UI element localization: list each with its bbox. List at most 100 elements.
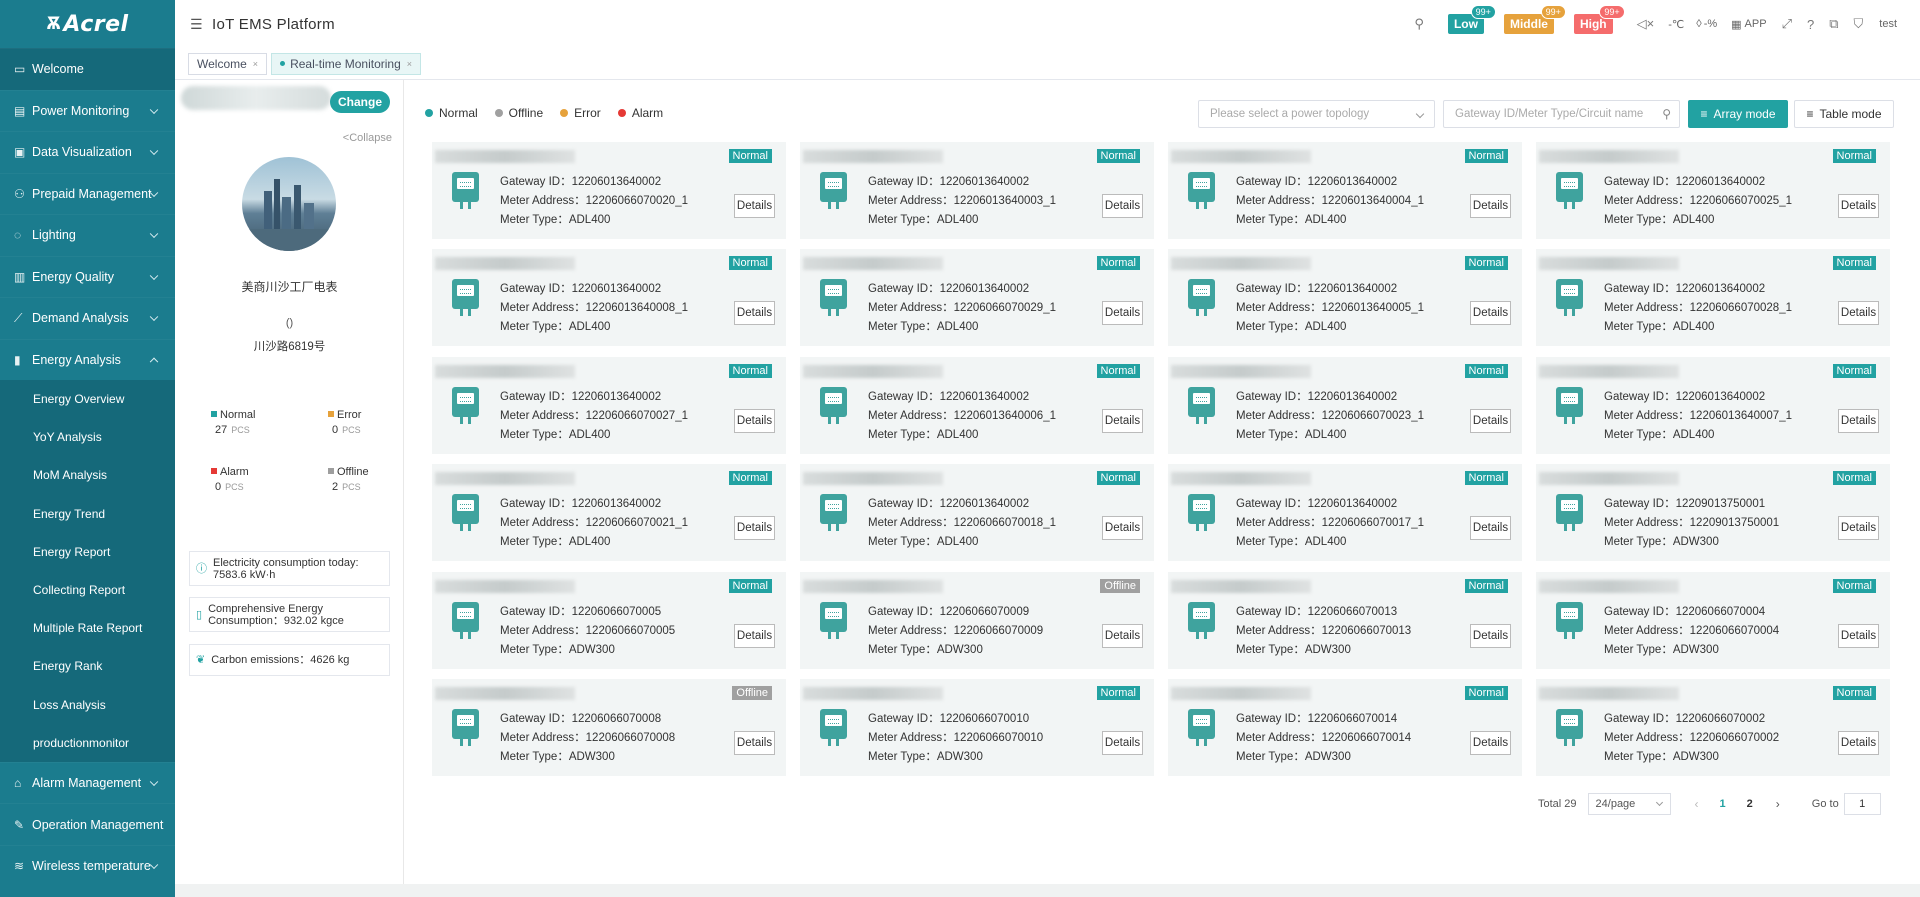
meter-card[interactable]: Normal Gateway ID：12206013640002 Meter Add… bbox=[1168, 464, 1522, 562]
sub-item-productionmonitor[interactable]: productionmonitor bbox=[0, 724, 175, 762]
meter-card[interactable]: Normal Gateway ID：12206013640002 Meter Add… bbox=[432, 249, 786, 347]
sidebar-item-energy-analysis[interactable]: ▮ Energy Analysis bbox=[0, 338, 175, 381]
change-site-button[interactable]: Change bbox=[330, 91, 390, 113]
details-button[interactable]: Details bbox=[1470, 194, 1511, 218]
mute-icon[interactable]: ◁× bbox=[1637, 16, 1655, 32]
sidebar-item-welcome[interactable]: ▭ Welcome bbox=[0, 48, 175, 90]
details-button[interactable]: Details bbox=[1838, 731, 1879, 755]
meter-card[interactable]: Normal Gateway ID：12209013750001 Meter Add… bbox=[1536, 464, 1890, 562]
meter-card[interactable]: Normal Gateway ID：12206013640002 Meter Add… bbox=[1168, 142, 1522, 239]
sub-item-loss-analysis[interactable]: Loss Analysis bbox=[0, 686, 175, 724]
sidebar-item-wireless-temperature[interactable]: ≋ Wireless temperature bbox=[0, 844, 175, 887]
meter-card[interactable]: Normal Gateway ID：12206066070004 Meter Add… bbox=[1536, 571, 1890, 669]
meter-card[interactable]: Normal Gateway ID：12206013640002 Meter Add… bbox=[800, 464, 1154, 562]
page-2[interactable]: 2 bbox=[1747, 798, 1753, 810]
sidebar-item-alarm-management[interactable]: ⌂ Alarm Management bbox=[0, 761, 175, 804]
details-button[interactable]: Details bbox=[1470, 301, 1511, 326]
details-button[interactable]: Details bbox=[1102, 731, 1143, 755]
details-button[interactable]: Details bbox=[734, 301, 775, 326]
app-link[interactable]: APP bbox=[1745, 18, 1767, 30]
meter-card[interactable]: Normal Gateway ID：12206013640002 Meter Add… bbox=[800, 249, 1154, 347]
meter-card[interactable]: Normal Gateway ID：12206013640002 Meter Add… bbox=[800, 356, 1154, 454]
details-button[interactable]: Details bbox=[1838, 623, 1879, 648]
details-button[interactable]: Details bbox=[734, 623, 775, 648]
details-button[interactable]: Details bbox=[1470, 623, 1511, 648]
sub-item-energy-report[interactable]: Energy Report bbox=[0, 533, 175, 571]
details-button[interactable]: Details bbox=[1470, 408, 1511, 433]
user-name[interactable]: test bbox=[1879, 18, 1897, 30]
meter-card[interactable]: Normal Gateway ID：12206013640002 Meter Add… bbox=[1168, 356, 1522, 454]
search-icon[interactable]: ⚲ bbox=[1662, 107, 1671, 121]
details-button[interactable]: Details bbox=[1838, 516, 1879, 541]
sub-item-energy-rank[interactable]: Energy Rank bbox=[0, 647, 175, 685]
meter-card[interactable]: Normal Gateway ID：12206013640002 Meter Add… bbox=[432, 356, 786, 454]
sub-item-yoy-analysis[interactable]: YoY Analysis bbox=[0, 418, 175, 456]
meter-search-input[interactable]: Gateway ID/Meter Type/Circuit name ⚲ bbox=[1443, 100, 1680, 128]
details-button[interactable]: Details bbox=[734, 194, 775, 218]
sidebar-item-prepaid-management[interactable]: ⚇ Prepaid Management bbox=[0, 172, 175, 215]
prev-page-button[interactable]: ‹ bbox=[1695, 797, 1699, 811]
next-page-button[interactable]: › bbox=[1776, 797, 1780, 811]
sub-item-energy-trend[interactable]: Energy Trend bbox=[0, 495, 175, 533]
meter-card[interactable]: Offline Gateway ID：12206066070008 Meter Ad… bbox=[432, 679, 786, 776]
menu-toggle-icon[interactable]: ☰ bbox=[190, 16, 203, 33]
sub-item-mom-analysis[interactable]: MoM Analysis bbox=[0, 456, 175, 494]
details-button[interactable]: Details bbox=[1102, 301, 1143, 326]
collapse-link[interactable]: <Collapse bbox=[343, 132, 392, 144]
sub-item-energy-overview[interactable]: Energy Overview bbox=[0, 380, 175, 418]
page-size-select[interactable]: 24/page bbox=[1587, 793, 1671, 815]
sidebar-item-power-monitoring[interactable]: ▤ Power Monitoring bbox=[0, 89, 175, 132]
table-mode-button[interactable]: ≡ Table mode bbox=[1794, 100, 1894, 128]
sidebar-item-lighting[interactable]: ◌ Lighting bbox=[0, 214, 175, 256]
sub-item-multiple-rate-report[interactable]: Multiple Rate Report bbox=[0, 609, 175, 647]
help-icon[interactable]: ? bbox=[1807, 17, 1814, 32]
meter-card[interactable]: Normal Gateway ID：12206066070002 Meter Add… bbox=[1536, 679, 1890, 776]
page-1[interactable]: 1 bbox=[1720, 798, 1726, 810]
details-button[interactable]: Details bbox=[734, 408, 775, 433]
tab-real-time-monitoring[interactable]: Real-time Monitoring × bbox=[271, 52, 422, 75]
meter-card[interactable]: Normal Gateway ID：12206066070010 Meter Add… bbox=[800, 679, 1154, 776]
meter-card[interactable]: Normal Gateway ID：12206066070005 Meter Add… bbox=[432, 571, 786, 669]
brand-logo[interactable]: Ѫ Acrel bbox=[0, 0, 175, 48]
details-button[interactable]: Details bbox=[734, 731, 775, 755]
sidebar-item-energy-quality[interactable]: ▥ Energy Quality bbox=[0, 255, 175, 298]
alarm-low-badge[interactable]: Low 99+ bbox=[1447, 5, 1496, 34]
close-icon[interactable]: × bbox=[407, 59, 412, 69]
sidebar-item-operation-management[interactable]: ✎ Operation Management bbox=[0, 803, 175, 845]
details-button[interactable]: Details bbox=[1102, 408, 1143, 433]
details-button[interactable]: Details bbox=[1470, 731, 1511, 755]
sidebar-item-demand-analysis[interactable]: ⟋ Demand Analysis bbox=[0, 297, 175, 339]
details-button[interactable]: Details bbox=[734, 516, 775, 541]
details-button[interactable]: Details bbox=[1838, 301, 1879, 326]
goto-page-input[interactable]: 1 bbox=[1843, 793, 1881, 815]
meter-card[interactable]: Normal Gateway ID：12206066070013 Meter Add… bbox=[1168, 571, 1522, 669]
fullscreen-icon[interactable]: ⤢ bbox=[1782, 16, 1792, 32]
power-topology-select[interactable]: Please select a power topology bbox=[1198, 100, 1435, 128]
meter-card[interactable]: Normal Gateway ID：12206013640002 Meter Add… bbox=[1536, 142, 1890, 239]
details-button[interactable]: Details bbox=[1470, 516, 1511, 541]
meter-card[interactable]: Offline Gateway ID：12206066070009 Meter Ad… bbox=[800, 571, 1154, 669]
details-button[interactable]: Details bbox=[1102, 194, 1143, 218]
tab-welcome[interactable]: Welcome × bbox=[188, 52, 268, 75]
details-button[interactable]: Details bbox=[1102, 623, 1143, 648]
meter-card[interactable]: Normal Gateway ID：12206013640002 Meter Add… bbox=[1536, 249, 1890, 347]
meter-card[interactable]: Normal Gateway ID：12206013640002 Meter Add… bbox=[432, 464, 786, 562]
alarm-middle-badge[interactable]: Middle 99+ bbox=[1503, 5, 1566, 34]
theme-shirt-icon[interactable]: ⛉ bbox=[1854, 16, 1864, 32]
details-button[interactable]: Details bbox=[1838, 194, 1879, 218]
sidebar-item-data-visualization[interactable]: ▣ Data Visualization bbox=[0, 131, 175, 173]
meter-card[interactable]: Normal Gateway ID：12206013640002 Meter Add… bbox=[1168, 249, 1522, 347]
app-qr-icon[interactable]: ▦ bbox=[1731, 18, 1741, 31]
array-mode-button[interactable]: ≡ Array mode bbox=[1688, 100, 1788, 128]
search-icon[interactable]: ⚲ bbox=[1414, 16, 1424, 32]
details-button[interactable]: Details bbox=[1838, 408, 1879, 433]
meter-card[interactable]: Normal Gateway ID：12206013640002 Meter Add… bbox=[1536, 356, 1890, 454]
details-button[interactable]: Details bbox=[1102, 516, 1143, 541]
meter-card[interactable]: Normal Gateway ID：12206013640002 Meter Add… bbox=[800, 142, 1154, 239]
window-icon[interactable]: ⧉ bbox=[1829, 16, 1838, 32]
alarm-high-badge[interactable]: High 99+ bbox=[1573, 5, 1625, 34]
close-icon[interactable]: × bbox=[253, 59, 258, 69]
meter-card[interactable]: Normal Gateway ID：12206066070014 Meter Add… bbox=[1168, 679, 1522, 776]
sub-item-collecting-report[interactable]: Collecting Report bbox=[0, 571, 175, 609]
meter-card[interactable]: Normal Gateway ID：12206013640002 Meter Add… bbox=[432, 142, 786, 239]
